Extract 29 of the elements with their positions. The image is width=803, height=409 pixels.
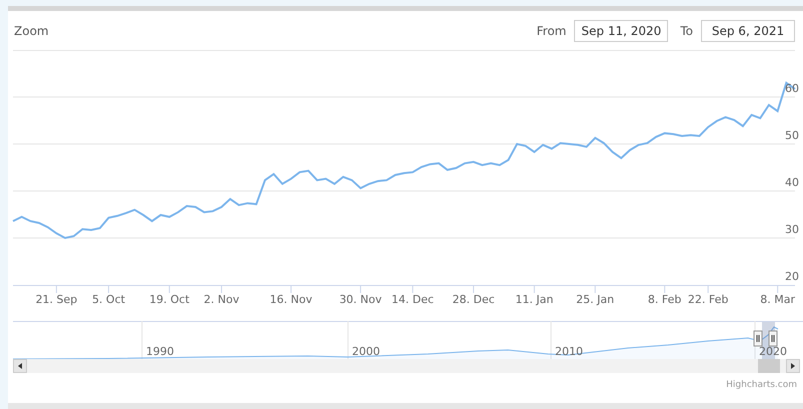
axis-label: 20 bbox=[785, 270, 799, 283]
to-date-field[interactable]: Sep 6, 2021 bbox=[701, 20, 795, 42]
axis-label: 19. Oct bbox=[149, 293, 190, 306]
axis-label: 25. Jan bbox=[576, 293, 614, 306]
year-label: 2020 bbox=[759, 345, 787, 358]
axis-label: 28. Dec bbox=[452, 293, 495, 306]
year-label: 2000 bbox=[352, 345, 380, 358]
axis-label: 40 bbox=[785, 176, 799, 189]
axis-label: 30. Nov bbox=[339, 293, 382, 306]
axis-label: 30 bbox=[785, 223, 799, 236]
to-label: To bbox=[680, 22, 693, 40]
axis-label: 8. Mar bbox=[760, 293, 795, 306]
axis-label: 60 bbox=[785, 82, 799, 95]
zoom-label: Zoom bbox=[14, 22, 49, 40]
axis-label: 5. Oct bbox=[92, 293, 126, 306]
axis-label: 14. Dec bbox=[392, 293, 434, 306]
from-date-field[interactable]: Sep 11, 2020 bbox=[574, 20, 668, 42]
navigator-handle[interactable] bbox=[754, 330, 762, 346]
axis-label: 21. Sep bbox=[36, 293, 78, 306]
from-label: From bbox=[536, 22, 566, 40]
axis-label: 8. Feb bbox=[648, 293, 682, 306]
year-label: 1990 bbox=[146, 345, 174, 358]
axis-label: 11. Jan bbox=[515, 293, 554, 306]
axis-label: 22. Feb bbox=[688, 293, 728, 306]
axis-label: 16. Nov bbox=[270, 293, 312, 306]
navigator-handle[interactable] bbox=[768, 330, 778, 346]
axis-label: 2. Nov bbox=[204, 293, 240, 306]
scrollbar[interactable] bbox=[13, 359, 800, 373]
axis-label: 50 bbox=[785, 129, 799, 142]
